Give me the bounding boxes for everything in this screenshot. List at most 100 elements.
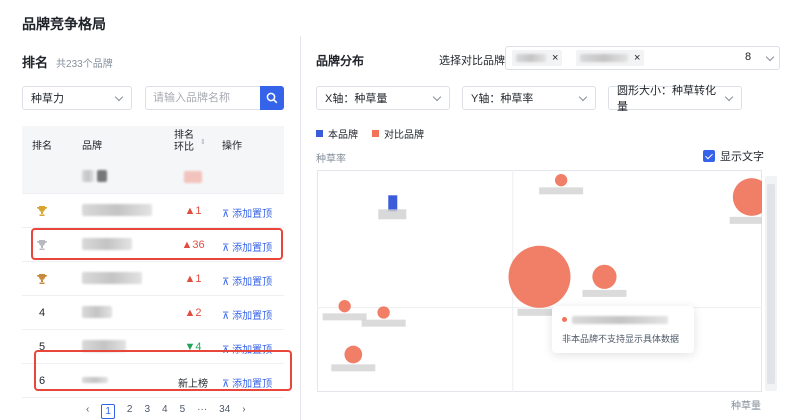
page-button-current[interactable]: 1 (101, 404, 115, 419)
compare-brand-point[interactable] (338, 300, 351, 313)
col-brand: 品牌 (82, 141, 102, 152)
brand-name-blurred (82, 306, 112, 321)
brand-name-blurred (572, 315, 668, 324)
pin-top-icon: ⊼ (222, 209, 233, 220)
compare-brand-point[interactable] (508, 245, 571, 308)
pin-button[interactable]: ⊼ 添加置顶 (222, 205, 272, 220)
page-button[interactable]: 4 (162, 404, 168, 419)
table-row[interactable]: ▲1 ⊼ 添加置顶 (22, 194, 284, 228)
trophy-bronze-icon (37, 274, 47, 284)
compare-brand-point[interactable] (377, 306, 390, 319)
x-axis-label: 种草量 (731, 401, 761, 412)
brand-name-blurred (580, 54, 628, 62)
highlight-box (34, 350, 292, 391)
rank-change: ▲1 (184, 205, 202, 217)
compare-brand-point[interactable] (592, 264, 617, 289)
x-axis-select-value: X轴：种草量 (325, 93, 388, 105)
compare-brand-tag[interactable]: × (576, 50, 645, 66)
close-icon[interactable]: × (552, 52, 558, 64)
ranking-subtitle: 共233个品牌 (56, 59, 113, 70)
compare-label: 选择对比品牌 (439, 55, 505, 67)
vertical-scrollbar[interactable] (765, 176, 777, 391)
legend-compare-label: 对比品牌 (384, 130, 424, 141)
search-button[interactable] (260, 86, 284, 110)
brand-scatter-chart[interactable] (317, 170, 762, 392)
prev-page-button[interactable]: ‹ (86, 404, 89, 419)
chevron-down-icon (725, 94, 733, 102)
table-row[interactable]: 4 ▲2 ⊼ 添加置顶 (22, 296, 284, 330)
point-label-blurred (582, 289, 627, 297)
size-select[interactable]: 圆形大小：种草转化量 (608, 85, 742, 113)
page-button[interactable]: 2 (127, 404, 133, 419)
brand-name-blurred (82, 272, 142, 287)
point-label-blurred (322, 313, 367, 321)
highlight-box (31, 228, 283, 260)
metric-select[interactable]: 种草力 (22, 86, 132, 110)
scrollbar-thumb[interactable] (767, 184, 775, 384)
trophy-gold-icon (37, 206, 47, 216)
show-text-label: 显示文字 (720, 151, 764, 163)
pagination: ‹ 1 2 3 4 5 ··· 34 › (86, 404, 246, 419)
compare-brand-point[interactable] (344, 345, 363, 364)
y-axis-select-value: Y轴：种草率 (471, 93, 534, 105)
chevron-down-icon (115, 94, 123, 102)
point-label-blurred (729, 216, 762, 224)
table-header: 排名 品牌 排名 环比 ⇕ 操作 (22, 126, 284, 160)
page-button[interactable]: 3 (144, 404, 150, 419)
legend-own-swatch (316, 130, 323, 137)
own-brand-point[interactable] (388, 195, 398, 212)
ranking-title: 排名 (22, 55, 49, 70)
compare-brand-point[interactable] (554, 174, 568, 187)
search-icon (266, 92, 278, 104)
page-button[interactable]: 5 (180, 404, 186, 419)
brand-name-blurred (82, 204, 152, 219)
size-select-value: 圆形大小：种草转化量 (617, 85, 716, 113)
legend-compare: 对比品牌 (372, 126, 424, 141)
page-button[interactable]: 34 (219, 404, 230, 419)
x-axis-select[interactable]: X轴：种草量 (316, 86, 450, 110)
page-ellipsis[interactable]: ··· (197, 404, 207, 419)
pin-button[interactable]: ⊼ 添加置顶 (222, 273, 272, 288)
table-row[interactable]: ▲1 ⊼ 添加置顶 (22, 262, 284, 296)
rank-cell (22, 205, 62, 220)
pin-top-icon: ⊼ (222, 311, 233, 322)
show-text-checkbox[interactable]: 显示文字 (703, 148, 764, 164)
point-label-blurred (378, 209, 407, 220)
legend-own: 本品牌 (316, 126, 358, 141)
compare-count: 8 (745, 51, 752, 63)
legend-compare-swatch (372, 130, 379, 137)
point-label-blurred (539, 187, 584, 195)
col-rank: 排名 (32, 141, 52, 152)
rank-change: ▲2 (184, 307, 202, 319)
sort-icon[interactable]: ⇕ (200, 138, 206, 146)
change-blurred (172, 171, 214, 186)
rank-change: ▲1 (184, 273, 202, 285)
table-row[interactable] (22, 160, 284, 194)
distribution-title: 品牌分布 (316, 54, 365, 68)
pin-button[interactable]: ⊼ 添加置顶 (222, 307, 272, 322)
checkbox-checked-icon (703, 150, 715, 162)
chevron-down-icon (579, 94, 587, 102)
metric-select-value: 种草力 (31, 93, 64, 105)
y-axis-label: 种草率 (316, 154, 346, 165)
chevron-down-icon[interactable] (766, 54, 774, 62)
chart-tooltip: 非本品牌不支持显示具体数据 (552, 306, 694, 353)
tooltip-message: 非本品牌不支持显示具体数据 (562, 334, 680, 344)
close-icon[interactable]: × (634, 52, 640, 64)
compare-brand-select[interactable]: × × (505, 46, 780, 70)
compare-brand-tag[interactable]: × (512, 50, 563, 66)
rank-cell: 4 (38, 307, 46, 319)
next-page-button[interactable]: › (242, 404, 245, 419)
point-label-blurred (331, 364, 376, 372)
brand-logo-blurred (82, 170, 108, 185)
y-axis-select[interactable]: Y轴：种草率 (462, 86, 596, 110)
chevron-down-icon (433, 94, 441, 102)
page-title: 品牌竞争格局 (22, 16, 106, 32)
brand-name-blurred (516, 54, 546, 62)
col-action: 操作 (222, 141, 242, 152)
point-label-blurred (361, 319, 406, 327)
panel-divider (300, 36, 301, 420)
brand-search-input[interactable] (145, 86, 260, 110)
legend-own-label: 本品牌 (328, 130, 358, 141)
pin-top-icon: ⊼ (222, 277, 233, 288)
